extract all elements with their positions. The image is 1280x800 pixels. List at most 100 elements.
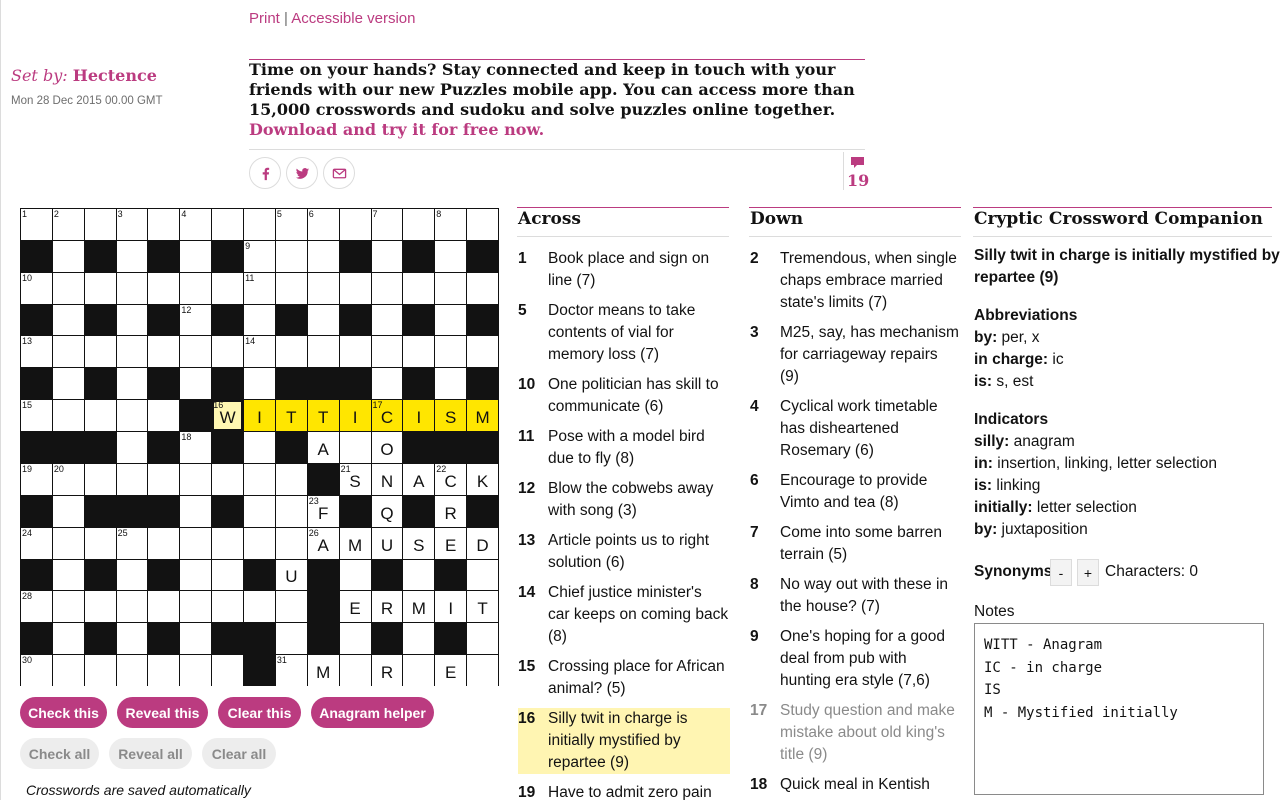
grid-cell[interactable]: 3 — [116, 209, 148, 240]
grid-cell[interactable] — [435, 368, 467, 400]
grid-cell[interactable] — [148, 209, 180, 240]
grid-cell[interactable]: I — [339, 400, 371, 432]
grid-cell[interactable]: N — [371, 463, 403, 495]
grid-cell[interactable]: A — [307, 432, 339, 463]
grid-cell[interactable]: 13 — [21, 336, 52, 368]
grid-cell[interactable] — [84, 527, 116, 559]
grid-cell[interactable] — [371, 272, 403, 304]
reveal-this-button[interactable]: Reveal this — [117, 697, 208, 728]
grid-cell[interactable] — [244, 432, 275, 463]
grid-cell[interactable]: 5 — [275, 209, 307, 240]
grid-cell[interactable] — [435, 304, 467, 336]
grid-cell[interactable] — [467, 209, 498, 240]
grid-cell[interactable]: 20 — [52, 463, 84, 495]
clue-item[interactable]: 17 Study question and make mistake about o… — [750, 700, 962, 766]
share-email-button[interactable] — [323, 157, 355, 189]
grid-cell[interactable] — [467, 623, 498, 655]
accessible-version-link[interactable]: Accessible version — [291, 10, 415, 27]
grid-cell[interactable] — [212, 527, 244, 559]
grid-cell[interactable]: 23 F — [307, 495, 339, 527]
grid-cell[interactable] — [116, 400, 148, 432]
grid-cell[interactable]: T — [467, 591, 498, 623]
grid-cell[interactable] — [52, 591, 84, 623]
grid-cell[interactable] — [244, 527, 275, 559]
grid-cell[interactable] — [84, 400, 116, 432]
grid-cell[interactable]: M — [307, 655, 339, 686]
clue-item[interactable]: 9 One's hoping for a good deal from pub wi… — [750, 626, 962, 692]
clue-item[interactable]: 4 Cyclical work timetable has disheartened… — [750, 396, 962, 462]
grid-cell[interactable] — [275, 527, 307, 559]
check-this-button[interactable]: Check this — [20, 697, 107, 728]
notes-textarea[interactable] — [974, 623, 1264, 795]
grid-cell[interactable] — [180, 591, 212, 623]
grid-cell[interactable]: 12 — [180, 304, 212, 336]
grid-cell[interactable] — [180, 527, 212, 559]
grid-cell[interactable]: Q — [371, 495, 403, 527]
grid-cell[interactable] — [212, 209, 244, 240]
grid-cell[interactable]: 8 — [435, 209, 467, 240]
grid-cell[interactable]: 25 — [116, 527, 148, 559]
promo-download-link[interactable]: Download and try it for free now. — [249, 120, 544, 139]
clue-item[interactable]: 12 Blow the cobwebs away with song (3) — [518, 478, 730, 522]
grid-cell[interactable]: 4 — [180, 209, 212, 240]
clue-item[interactable]: 6 Encourage to provide Vimto and tea (8) — [750, 470, 962, 514]
clue-item[interactable]: 13 Article points us to right solution (6) — [518, 530, 730, 574]
grid-cell[interactable] — [84, 209, 116, 240]
grid-cell[interactable] — [148, 272, 180, 304]
grid-cell[interactable]: I — [244, 400, 275, 432]
grid-cell[interactable] — [212, 272, 244, 304]
grid-cell[interactable] — [403, 272, 435, 304]
grid-cell[interactable] — [339, 623, 371, 655]
grid-cell[interactable] — [180, 272, 212, 304]
clue-item[interactable]: 15 Crossing place for African animal? (5) — [518, 656, 730, 700]
clue-item[interactable]: 19 Have to admit zero pain — [518, 782, 730, 800]
grid-cell[interactable]: 26 A — [307, 527, 339, 559]
grid-cell[interactable] — [180, 655, 212, 686]
grid-cell[interactable]: 17 C — [371, 400, 403, 432]
grid-cell[interactable] — [275, 463, 307, 495]
grid-cell[interactable]: R — [371, 591, 403, 623]
grid-cell[interactable] — [275, 240, 307, 272]
grid-cell[interactable] — [212, 336, 244, 368]
grid-cell[interactable] — [116, 368, 148, 400]
grid-cell[interactable]: 16 W — [212, 400, 244, 432]
anagram-helper-button[interactable]: Anagram helper — [311, 697, 434, 728]
grid-cell[interactable]: I — [403, 400, 435, 432]
clue-item[interactable]: 16 Silly twit in charge is initially mysti… — [518, 708, 730, 774]
grid-cell[interactable] — [148, 336, 180, 368]
clear-this-button[interactable]: Clear this — [218, 697, 301, 728]
setter-name[interactable]: Hectence — [73, 66, 157, 85]
grid-cell[interactable]: 10 — [21, 272, 52, 304]
grid-cell[interactable] — [180, 559, 212, 591]
grid-cell[interactable] — [52, 272, 84, 304]
grid-cell[interactable] — [84, 336, 116, 368]
grid-cell[interactable]: 6 — [307, 209, 339, 240]
grid-cell[interactable] — [403, 655, 435, 686]
clue-item[interactable]: 2 Tremendous, when single chaps embrace ma… — [750, 248, 962, 314]
grid-cell[interactable] — [52, 655, 84, 686]
grid-cell[interactable] — [180, 240, 212, 272]
reveal-all-button[interactable]: Reveal all — [109, 738, 192, 769]
grid-cell[interactable]: U — [371, 527, 403, 559]
grid-cell[interactable] — [212, 559, 244, 591]
synonyms-increase-button[interactable]: + — [1077, 559, 1099, 586]
grid-cell[interactable] — [180, 463, 212, 495]
grid-cell[interactable]: 1 — [21, 209, 52, 240]
grid-cell[interactable]: T — [275, 400, 307, 432]
grid-cell[interactable]: D — [467, 527, 498, 559]
grid-cell[interactable] — [148, 463, 180, 495]
grid-cell[interactable] — [307, 272, 339, 304]
grid-cell[interactable] — [52, 368, 84, 400]
grid-cell[interactable] — [116, 559, 148, 591]
clue-item[interactable]: 1 Book place and sign on line (7) — [518, 248, 730, 292]
clue-item[interactable]: 5 Doctor means to take contents of vial fo… — [518, 300, 730, 366]
grid-cell[interactable] — [467, 336, 498, 368]
grid-cell[interactable] — [275, 591, 307, 623]
grid-cell[interactable] — [116, 240, 148, 272]
grid-cell[interactable] — [180, 623, 212, 655]
grid-cell[interactable] — [244, 209, 275, 240]
grid-cell[interactable] — [148, 655, 180, 686]
clue-item[interactable]: 8 No way out with these in the house? (7) — [750, 574, 962, 618]
grid-cell[interactable]: E — [435, 655, 467, 686]
grid-cell[interactable] — [371, 368, 403, 400]
